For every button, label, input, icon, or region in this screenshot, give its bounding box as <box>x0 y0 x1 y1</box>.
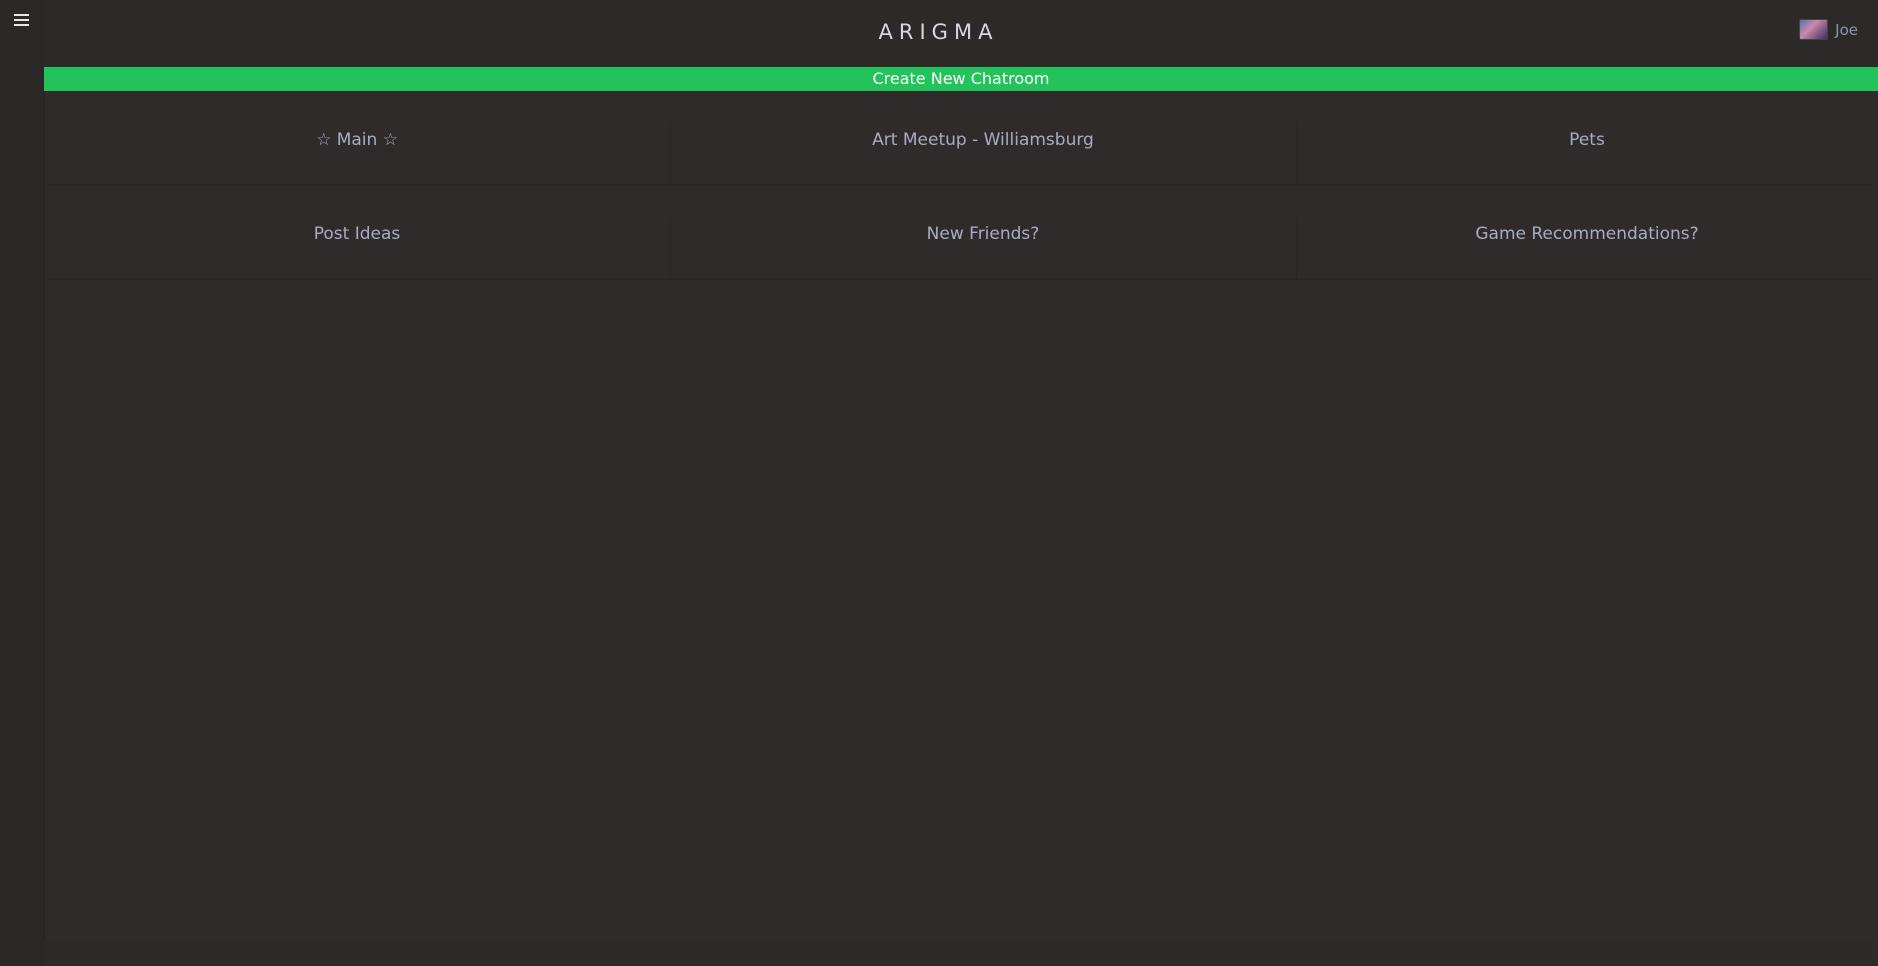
chatroom-label: New Friends? <box>926 224 1040 244</box>
chatroom-label: ☆ Main ☆ <box>316 129 398 150</box>
user-name: Joe <box>1835 20 1858 39</box>
brand-title: ARIGMA <box>878 20 999 44</box>
chatroom-grid: ☆ Main ☆ Art Meetup - Williamsburg Pets … <box>44 91 1878 280</box>
chatroom-item[interactable]: Art Meetup - Williamsburg <box>670 91 1296 185</box>
top-header: ARIGMA Joe <box>44 0 1878 67</box>
chatroom-label: Post Ideas <box>313 224 401 244</box>
chatroom-label: Game Recommendations? <box>1475 224 1699 244</box>
chatroom-label: Pets <box>1569 129 1605 150</box>
chatroom-item[interactable]: Post Ideas <box>44 185 670 280</box>
chatroom-item[interactable]: New Friends? <box>670 185 1296 280</box>
hamburger-menu-icon[interactable] <box>14 14 29 27</box>
sidebar <box>0 0 45 966</box>
user-menu[interactable]: Joe <box>1799 19 1858 40</box>
chatroom-item[interactable]: Pets <box>1296 91 1878 185</box>
chatroom-item[interactable]: ☆ Main ☆ <box>44 91 670 185</box>
create-chatroom-button[interactable]: Create New Chatroom <box>44 67 1878 91</box>
chatroom-item[interactable]: Game Recommendations? <box>1296 185 1878 280</box>
chatroom-label: Art Meetup - Williamsburg <box>872 129 1094 150</box>
avatar <box>1799 19 1829 40</box>
footer-bar <box>44 941 1878 966</box>
app-root: ARIGMA Joe Create New Chatroom ☆ Main ☆ … <box>0 0 1878 966</box>
